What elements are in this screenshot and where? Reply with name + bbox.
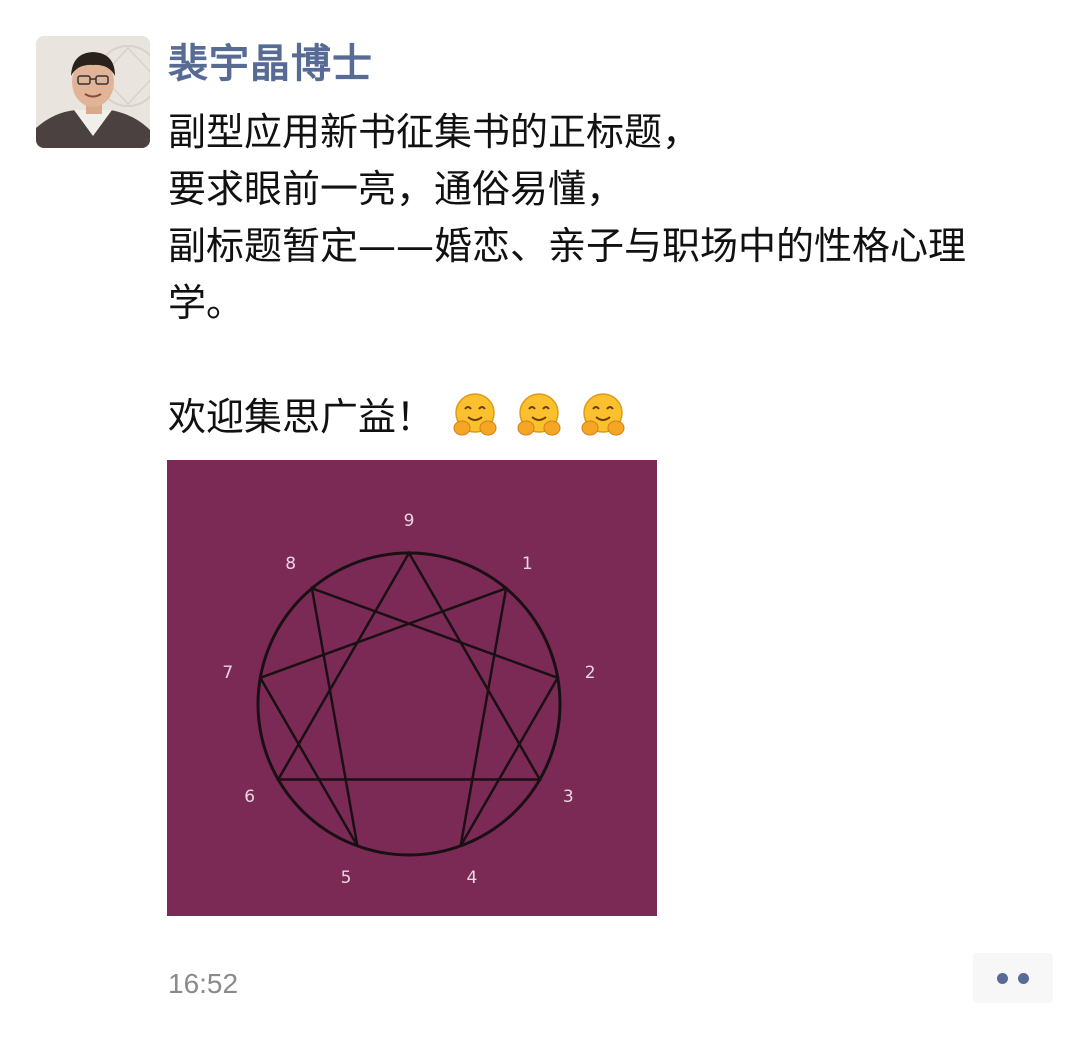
hugging-face-icon (517, 393, 561, 436)
more-dots-icon (1018, 973, 1029, 984)
post-line: 副型应用新书征集书的正标题， (168, 110, 701, 154)
post-line: 要求眼前一亮，通俗易懂， (168, 167, 625, 211)
enneagram-number-label: 2 (585, 663, 596, 683)
author-name[interactable]: 裴宇晶博士 (168, 38, 373, 90)
enneagram-number-label: 8 (285, 554, 296, 574)
enneagram-figure: 9 1 2 3 4 5 6 7 8 (167, 460, 657, 916)
enneagram-number-label: 4 (466, 868, 477, 888)
avatar[interactable] (36, 36, 150, 148)
post-text: 副型应用新书征集书的正标题， 要求眼前一亮，通俗易懂， 副标题暂定——婚恋、亲子… (168, 104, 1048, 446)
moments-post: 裴宇晶博士 副型应用新书征集书的正标题， 要求眼前一亮，通俗易懂， 副标题暂定—… (0, 0, 1080, 1044)
avatar-photo (36, 36, 150, 148)
post-line: 学。 (168, 281, 245, 325)
hugging-face-icon (453, 393, 497, 436)
enneagram-number-label: 3 (563, 787, 574, 807)
post-image[interactable]: 9 1 2 3 4 5 6 7 8 (167, 460, 657, 916)
post-time: 16:52 (168, 968, 239, 999)
more-dots-icon (997, 973, 1008, 984)
enneagram-number-label: 7 (222, 663, 233, 683)
enneagram-number-label: 9 (404, 511, 415, 531)
post-line: 副标题暂定——婚恋、亲子与职场中的性格心理 (168, 224, 967, 268)
enneagram-number-label: 5 (341, 868, 352, 888)
enneagram-number-label: 1 (522, 554, 533, 574)
enneagram-number-label: 6 (244, 787, 255, 807)
more-options-button[interactable] (973, 953, 1053, 1003)
welcome-row: 欢迎集思广益！ (168, 389, 1048, 446)
welcome-text: 欢迎集思广益！ (168, 395, 435, 439)
hugging-face-icon (581, 393, 625, 436)
